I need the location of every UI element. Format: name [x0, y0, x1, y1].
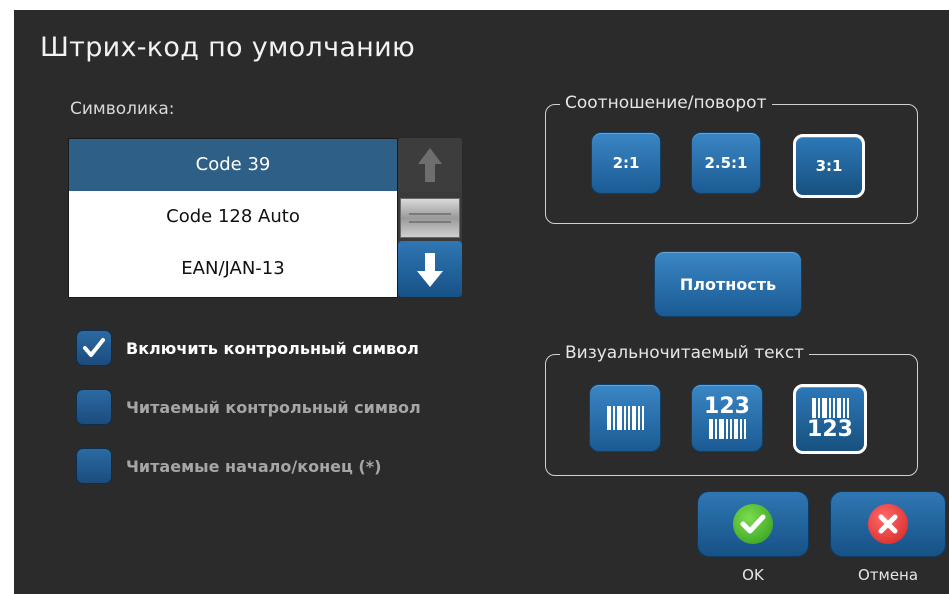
readable-start-stop-option[interactable]: Читаемые начало/конец (*) [76, 446, 381, 486]
barcode-text-above-icon [709, 419, 746, 439]
symbology-scrollbar[interactable] [398, 138, 462, 297]
arrow-down-icon [417, 253, 443, 287]
include-check-digit-option[interactable]: Включить контрольный символ [76, 328, 419, 368]
readable-start-stop-checkbox[interactable] [76, 448, 112, 484]
barcode-text-below-icon [812, 398, 849, 418]
hri-above-text: 123 [704, 394, 750, 419]
scroll-up-button[interactable] [398, 138, 462, 192]
hri-group-title: Визуальночитаемый текст [560, 343, 810, 363]
ok-label: OK [742, 566, 764, 584]
readable-start-stop-label: Читаемые начало/конец (*) [126, 456, 382, 476]
barcode-no-text-icon [607, 406, 644, 430]
cancel-label: Отмена [857, 566, 919, 584]
dialog-title: Штрих-код по умолчанию [40, 32, 415, 63]
scroll-thumb[interactable] [400, 198, 460, 238]
hri-none-button[interactable] [589, 384, 661, 452]
ratio-group-title: Соотношение/поворот [560, 93, 772, 113]
checkmark-icon [83, 338, 105, 357]
scroll-down-button[interactable] [398, 241, 462, 297]
list-item[interactable]: EAN/JAN-13 [69, 243, 397, 295]
checkmark-icon [733, 504, 773, 544]
readable-check-digit-option[interactable]: Читаемый контрольный символ [76, 387, 421, 427]
arrow-up-icon [418, 148, 442, 182]
ok-button[interactable] [697, 491, 809, 557]
ratio-3-1-button[interactable]: 3:1 [793, 134, 865, 198]
ratio-2-1-button[interactable]: 2:1 [591, 132, 661, 194]
include-check-digit-checkbox[interactable] [76, 330, 112, 366]
list-item[interactable]: Code 39 [69, 139, 397, 191]
barcode-defaults-dialog: Штрих-код по умолчанию Символика: Code 3… [14, 10, 949, 594]
cancel-button[interactable] [830, 491, 946, 557]
close-icon [868, 504, 908, 544]
hri-below-button[interactable]: 123 [793, 384, 867, 454]
symbology-label: Символика: [70, 99, 175, 119]
symbology-list: Code 39 Code 128 Auto EAN/JAN-13 [68, 138, 398, 298]
readable-check-digit-label: Читаемый контрольный символ [126, 397, 421, 417]
hri-above-button[interactable]: 123 [691, 384, 763, 452]
density-button[interactable]: Плотность [654, 251, 802, 317]
list-item[interactable]: Code 128 Auto [69, 191, 397, 243]
readable-check-digit-checkbox[interactable] [76, 389, 112, 425]
hri-below-text: 123 [807, 417, 853, 442]
ratio-2-5-1-button[interactable]: 2.5:1 [691, 132, 761, 194]
include-check-digit-label: Включить контрольный символ [126, 338, 419, 358]
